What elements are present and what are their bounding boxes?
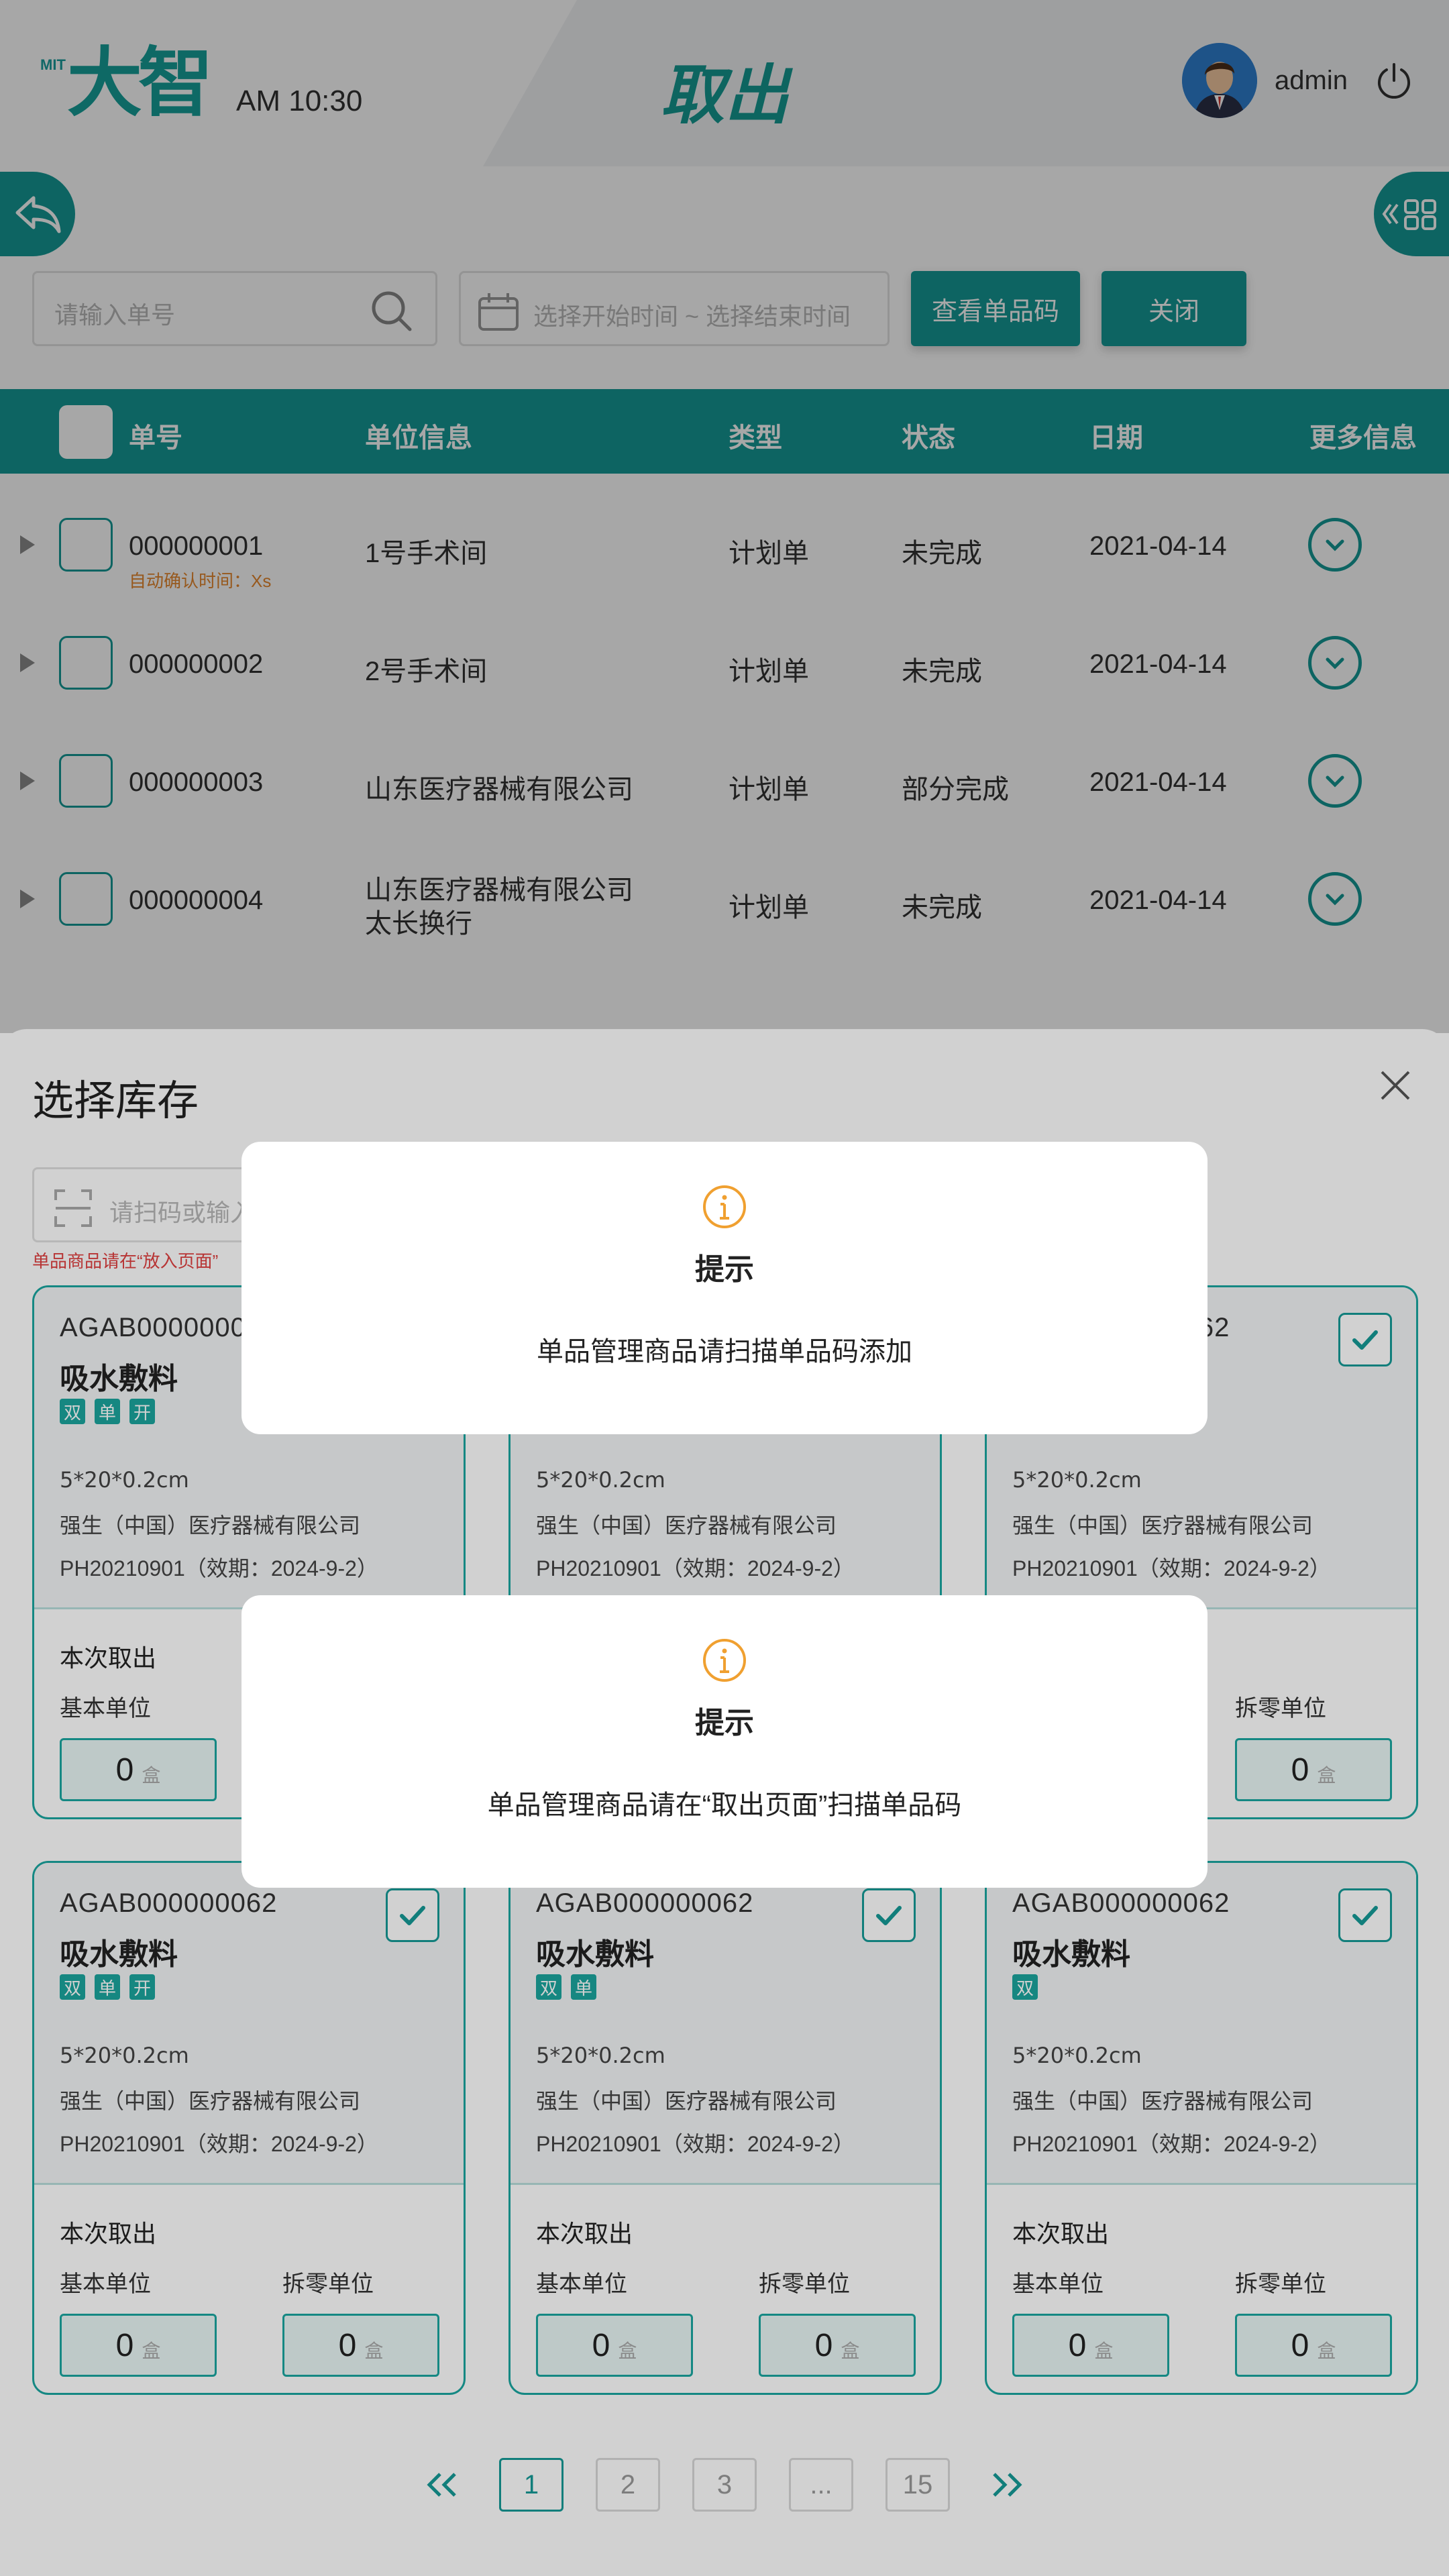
tip-dialog: 提示 单品管理商品请扫描单品码添加 [241, 1142, 1208, 1434]
tip-dialog: 提示 单品管理商品请在“取出页面”扫描单品码 [241, 1595, 1208, 1888]
info-icon [703, 1639, 746, 1682]
dialog-title: 提示 [695, 1707, 754, 1739]
dialog-message: 单品管理商品请在“取出页面”扫描单品码 [487, 1790, 962, 1820]
info-icon [703, 1185, 746, 1228]
dialog-title: 提示 [695, 1253, 754, 1286]
dialog-message: 单品管理商品请扫描单品码添加 [537, 1337, 912, 1366]
